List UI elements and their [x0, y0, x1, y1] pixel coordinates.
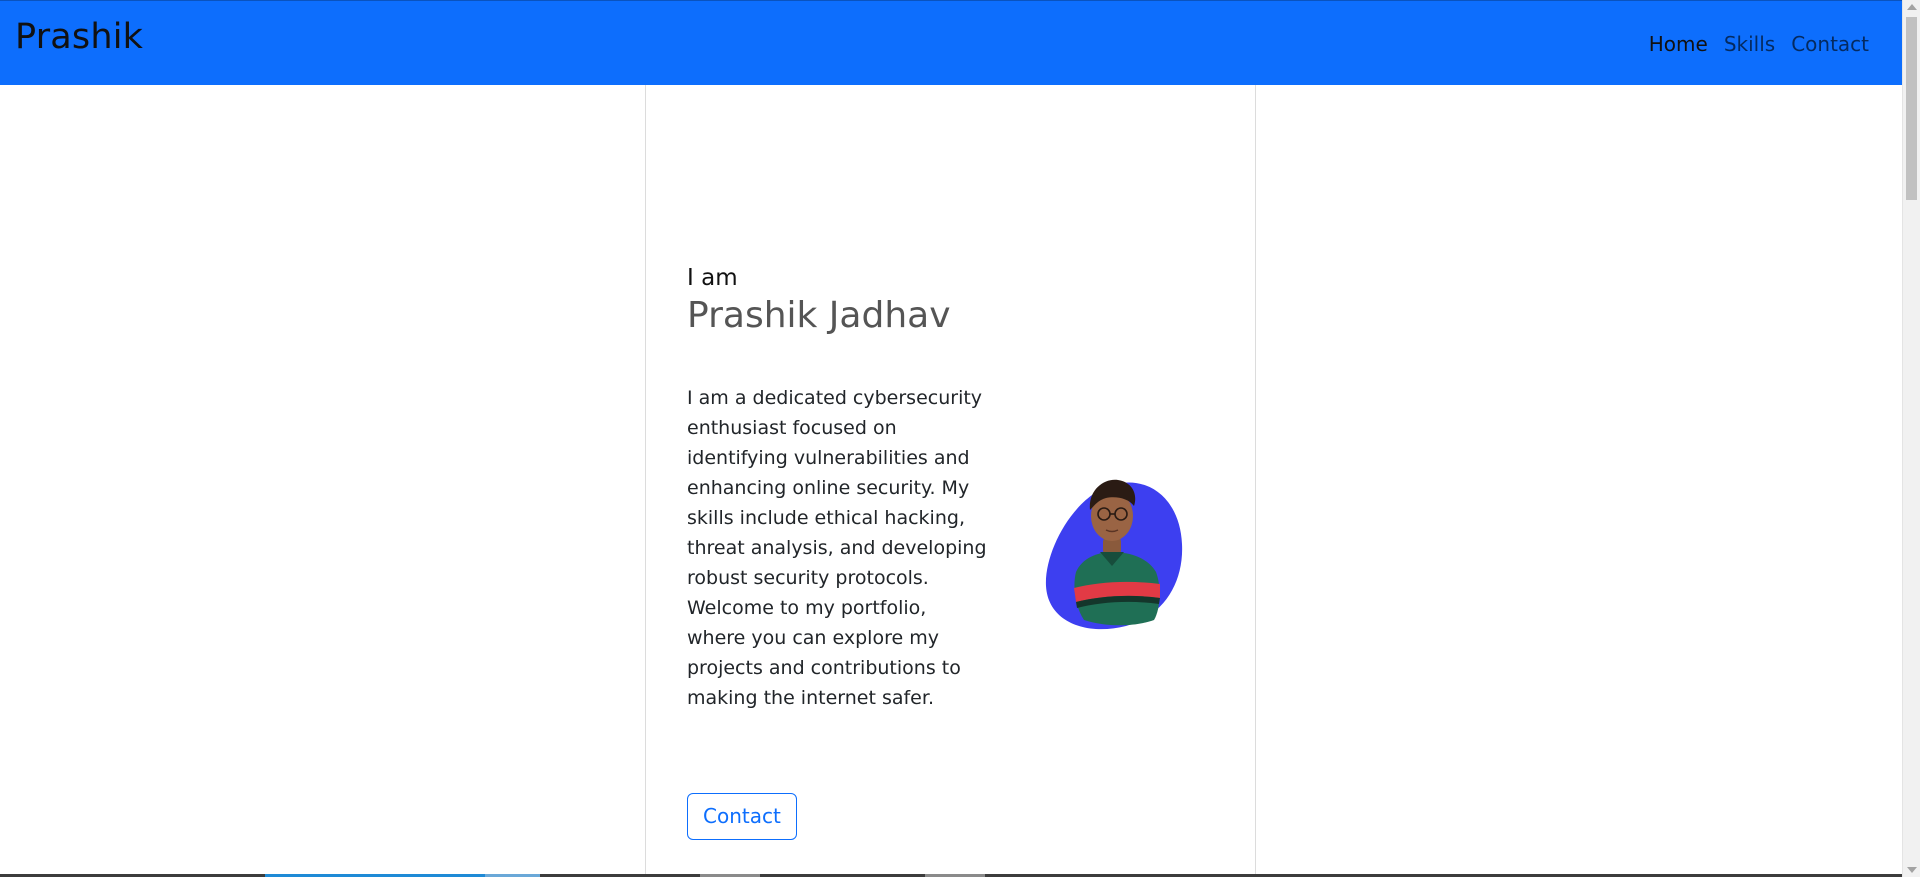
brand-logo[interactable]: Prashik [15, 15, 143, 59]
scroll-down-arrow-icon[interactable] [1907, 867, 1917, 873]
scroll-up-arrow-icon[interactable] [1907, 4, 1917, 10]
hero-name: Prashik Jadhav [687, 295, 951, 336]
page: Prashik Home Skills Contact I am Prashik… [0, 0, 1920, 877]
greeting-text: I am [687, 265, 738, 291]
nav-links: Home Skills Contact [1641, 30, 1877, 58]
scroll-thumb[interactable] [1906, 17, 1917, 200]
nav-link-home[interactable]: Home [1641, 30, 1716, 58]
nav-link-skills[interactable]: Skills [1716, 30, 1783, 58]
hero-section: I am Prashik Jadhav I am a dedicated cyb… [645, 85, 1256, 877]
hero-bio: I am a dedicated cybersecurity enthusias… [687, 387, 987, 709]
nav-link-contact[interactable]: Contact [1783, 30, 1877, 58]
profile-avatar [1045, 479, 1183, 630]
page-scrollbar[interactable] [1902, 0, 1920, 877]
contact-button[interactable]: Contact [687, 793, 797, 840]
navbar: Prashik Home Skills Contact [0, 0, 1902, 85]
hero-intro: I am Prashik Jadhav I am a dedicated cyb… [687, 263, 987, 713]
